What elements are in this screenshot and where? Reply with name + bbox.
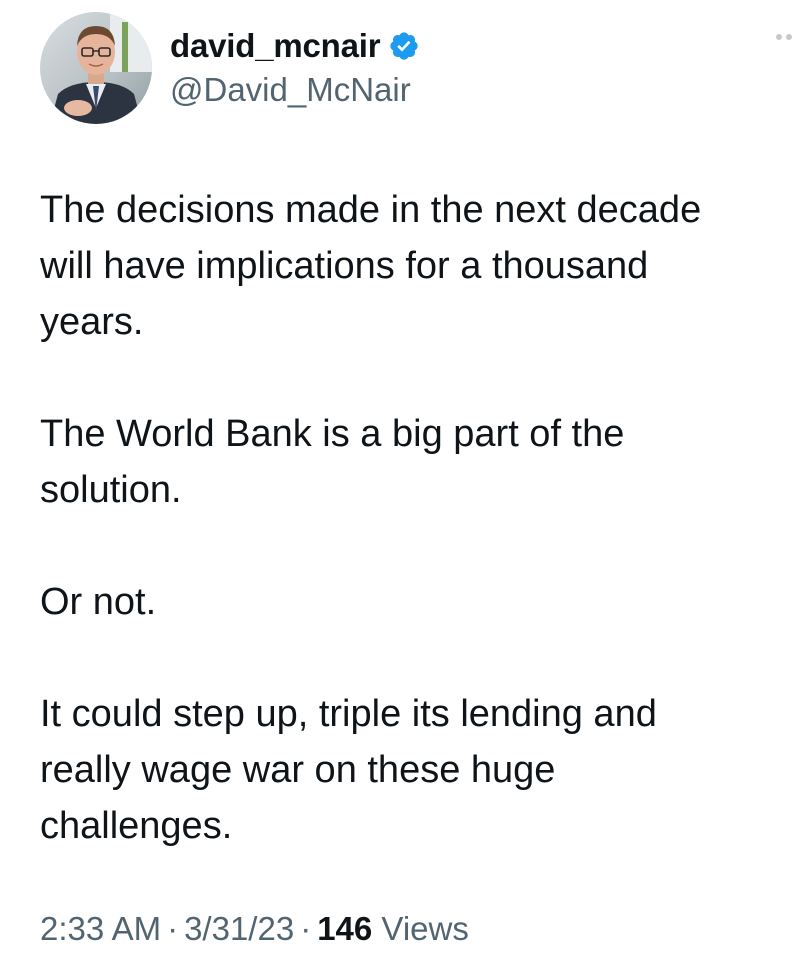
tweet-text: The decisions made in the next decade wi…	[40, 182, 785, 854]
tweet: david_mcnair @David_McNair The decisions…	[0, 0, 800, 969]
more-options-icon[interactable]	[776, 34, 792, 40]
avatar[interactable]	[40, 12, 152, 124]
tweet-paragraph: The World Bank is a big part of the solu…	[40, 413, 625, 511]
tweet-paragraph: Or not.	[40, 581, 157, 623]
author-name-row[interactable]: david_mcnair	[170, 26, 420, 66]
meta-separator: ·	[167, 910, 179, 947]
tweet-paragraph: It could step up, triple its lending and…	[40, 693, 657, 847]
views-count[interactable]: 146	[317, 910, 372, 947]
verified-badge-icon	[388, 30, 420, 62]
tweet-date[interactable]: 3/31/23	[184, 910, 294, 947]
tweet-time[interactable]: 2:33 AM	[40, 910, 161, 947]
tweet-meta: 2:33 AM · 3/31/23 · 146 Views	[40, 904, 469, 954]
more-dot	[786, 34, 792, 40]
tweet-header: david_mcnair @David_McNair	[40, 12, 420, 124]
meta-separator: ·	[300, 910, 312, 947]
avatar-image	[40, 12, 152, 124]
views-label: Views	[381, 910, 469, 947]
more-dot	[776, 34, 782, 40]
handle[interactable]: @David_McNair	[170, 70, 420, 110]
tweet-paragraph: The decisions made in the next decade wi…	[40, 189, 702, 343]
display-name[interactable]: david_mcnair	[170, 26, 381, 66]
author-names: david_mcnair @David_McNair	[170, 26, 420, 110]
